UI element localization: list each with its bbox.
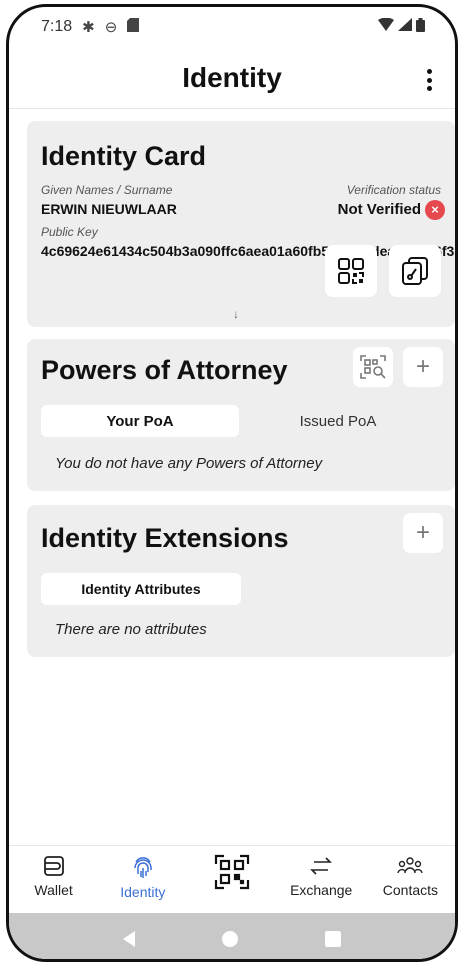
identity-card-heading: Identity Card: [41, 141, 207, 171]
bottom-nav: Wallet Identity Exchange Contacts: [9, 845, 455, 913]
attributes-empty-message: There are no attributes: [55, 621, 207, 638]
arrow-down-icon[interactable]: ↓: [233, 307, 239, 321]
scan-poa-button[interactable]: [353, 347, 393, 387]
contacts-icon: [397, 857, 424, 874]
battery-icon: [416, 17, 425, 37]
sd-card-icon: [127, 17, 140, 37]
system-nav-bar: [9, 913, 455, 959]
recents-icon[interactable]: [325, 931, 342, 947]
name-value: ERWIN NIEUWLAAR: [41, 201, 177, 217]
public-key-value: 4c69624e61434c504b3a090ffc6aea01a60fb54f…: [41, 243, 455, 259]
copy-key-icon: [402, 257, 428, 285]
phone-frame: 7:18 ✱ ⊖ Identity Identity Card Given Na…: [6, 4, 458, 962]
name-label: Given Names / Surname: [41, 183, 173, 197]
app-bar: Identity: [9, 47, 455, 109]
home-icon[interactable]: [221, 931, 238, 947]
verification-status: Not Verified ×: [338, 200, 445, 220]
status-bar: 7:18 ✱ ⊖: [9, 7, 455, 47]
add-poa-button[interactable]: +: [403, 347, 443, 387]
powers-of-attorney-card: Powers of Attorney + Your PoA Issued PoA…: [27, 339, 455, 491]
exchange-icon: [310, 857, 333, 875]
nav-label-contacts: Contacts: [382, 882, 439, 898]
identity-extensions-card: Identity Extensions + Identity Attribute…: [27, 505, 455, 657]
verification-status-label: Verification status: [346, 183, 441, 197]
nav-label-identity: Identity: [120, 884, 166, 900]
nav-item-scan[interactable]: [187, 846, 276, 892]
poa-heading: Powers of Attorney: [41, 355, 288, 385]
page-title: Identity: [182, 61, 282, 93]
nav-label-wallet: Wallet: [34, 882, 73, 898]
nav-label-exchange: Exchange: [290, 882, 353, 898]
verification-status-value: Not Verified: [337, 200, 421, 218]
nav-item-wallet[interactable]: Wallet: [9, 846, 98, 898]
scan-qr-icon: [360, 355, 386, 379]
signal-icon: [398, 18, 412, 36]
error-badge-icon: ×: [425, 200, 445, 220]
poa-empty-message: You do not have any Powers of Attorney: [55, 455, 323, 472]
qr-scanner-icon: [214, 854, 250, 890]
more-vert-icon[interactable]: [419, 67, 439, 93]
identity-attributes-chip[interactable]: Identity Attributes: [41, 573, 241, 605]
link-icon: ⊖: [104, 19, 118, 36]
nav-item-contacts[interactable]: Contacts: [366, 846, 455, 898]
poa-tabs: Your PoA Issued PoA: [41, 405, 441, 437]
identity-card: Identity Card Given Names / Surname ERWI…: [27, 121, 455, 327]
nav-item-exchange[interactable]: Exchange: [277, 846, 366, 898]
fingerprint-icon: [134, 857, 152, 878]
qr-code-icon: [338, 258, 364, 284]
nav-item-identity[interactable]: Identity: [98, 846, 187, 900]
add-extension-button[interactable]: +: [403, 513, 443, 553]
wallet-icon: [43, 856, 64, 876]
extensions-heading: Identity Extensions: [41, 523, 289, 553]
gear-icon: ✱: [82, 19, 95, 36]
back-icon[interactable]: [122, 931, 135, 947]
public-key-label: Public Key: [41, 225, 98, 239]
wifi-icon: [378, 17, 394, 36]
tab-your-poa[interactable]: Your PoA: [41, 405, 239, 437]
tab-issued-poa[interactable]: Issued PoA: [239, 405, 437, 437]
show-qr-button[interactable]: [325, 245, 377, 297]
copy-key-button[interactable]: [389, 245, 441, 297]
status-time: 7:18: [41, 18, 73, 35]
